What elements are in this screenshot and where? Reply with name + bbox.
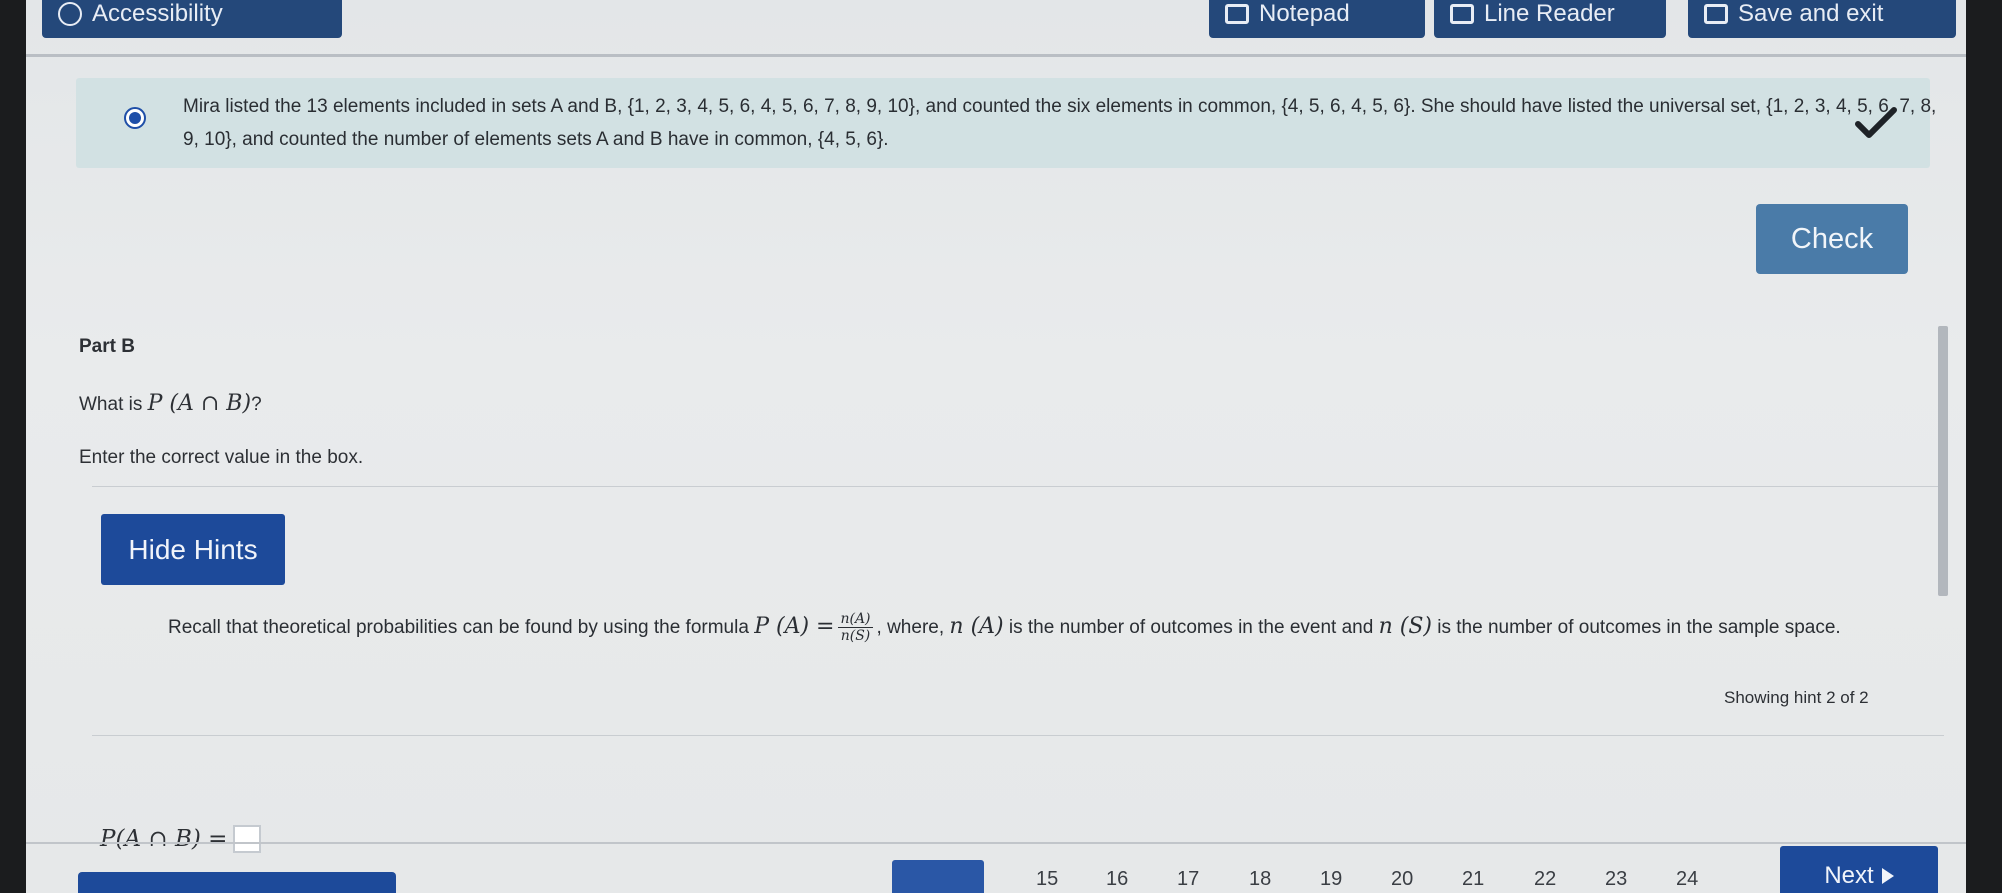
accessibility-label: Accessibility: [92, 0, 223, 27]
formula-numerator: n(A): [838, 611, 873, 629]
formula-denominator: n(S): [840, 628, 871, 645]
feedback-box: Mira listed the 13 elements included in …: [76, 78, 1936, 168]
save-exit-button[interactable]: Save and exit: [1688, 0, 1956, 38]
answer-input[interactable]: [233, 825, 262, 853]
question-number[interactable]: 16: [1106, 868, 1128, 891]
part-title: Part B: [79, 336, 135, 357]
accessibility-button[interactable]: Accessibility: [42, 0, 342, 38]
accessibility-icon: [58, 2, 82, 26]
hint-text: Recall that theoretical probabilities ca…: [168, 604, 1928, 651]
question-math: P (A ∩ B): [147, 391, 252, 416]
scrollbar[interactable]: [1938, 326, 1948, 596]
hint-text-part4: is the number of outcomes in the sample …: [1431, 617, 1841, 638]
answer-label: P(A ∩ B) =: [100, 826, 228, 852]
question-number[interactable]: 15: [1036, 868, 1058, 891]
toolbar-divider: [26, 54, 1966, 57]
bottom-left-button[interactable]: [78, 872, 396, 893]
hide-hints-button[interactable]: Hide Hints: [101, 514, 285, 585]
notepad-icon: [1225, 4, 1249, 24]
question-text: What is P (A ∩ B)?: [79, 391, 262, 416]
instructions-text: Enter the correct value in the box.: [79, 447, 364, 468]
bottom-divider: [26, 842, 1966, 844]
hint-text-part1: Recall that theoretical probabilities ca…: [168, 617, 755, 638]
question-number[interactable]: 19: [1320, 868, 1342, 891]
play-arrow-icon: [1881, 868, 1894, 884]
question-number[interactable]: 17: [1177, 868, 1199, 891]
feedback-text: Mira listed the 13 elements included in …: [183, 96, 1937, 150]
question-suffix: ?: [251, 394, 262, 415]
math-nA: n (A): [949, 614, 1004, 639]
checkmark-icon: [1855, 107, 1897, 138]
save-exit-label: Save and exit: [1738, 0, 1884, 27]
notepad-label: Notepad: [1259, 0, 1350, 27]
screen: Accessibility Notepad Line Reader Save a…: [26, 0, 1966, 893]
question-number[interactable]: 23: [1605, 868, 1627, 891]
previous-button[interactable]: [892, 860, 984, 893]
formula-lhs: P (A) =: [754, 614, 835, 639]
line-reader-button[interactable]: Line Reader: [1434, 0, 1666, 38]
question-number[interactable]: 20: [1391, 868, 1413, 891]
check-button[interactable]: Check: [1756, 204, 1908, 274]
top-toolbar: Accessibility Notepad Line Reader Save a…: [26, 0, 1966, 58]
math-nS: n (S): [1378, 614, 1432, 639]
notepad-button[interactable]: Notepad: [1209, 0, 1425, 38]
question-number[interactable]: 21: [1462, 868, 1484, 891]
question-prefix: What is: [79, 394, 148, 415]
line-reader-icon: [1450, 4, 1474, 24]
question-number[interactable]: 18: [1249, 868, 1271, 891]
line-reader-label: Line Reader: [1484, 0, 1615, 27]
hint-text-part3: is the number of outcomes in the event a…: [1003, 617, 1379, 638]
next-label: Next: [1824, 862, 1874, 889]
save-icon: [1704, 4, 1728, 24]
hint-status: Showing hint 2 of 2: [1724, 688, 1869, 707]
formula-fraction: n(A) n(S): [838, 611, 873, 645]
selected-radio[interactable]: [124, 107, 146, 129]
hint-text-part2: , where,: [876, 617, 950, 638]
next-button[interactable]: Next: [1780, 846, 1938, 893]
answer-row: P(A ∩ B) =: [100, 825, 262, 853]
question-number[interactable]: 24: [1676, 868, 1698, 891]
question-number[interactable]: 22: [1534, 868, 1556, 891]
